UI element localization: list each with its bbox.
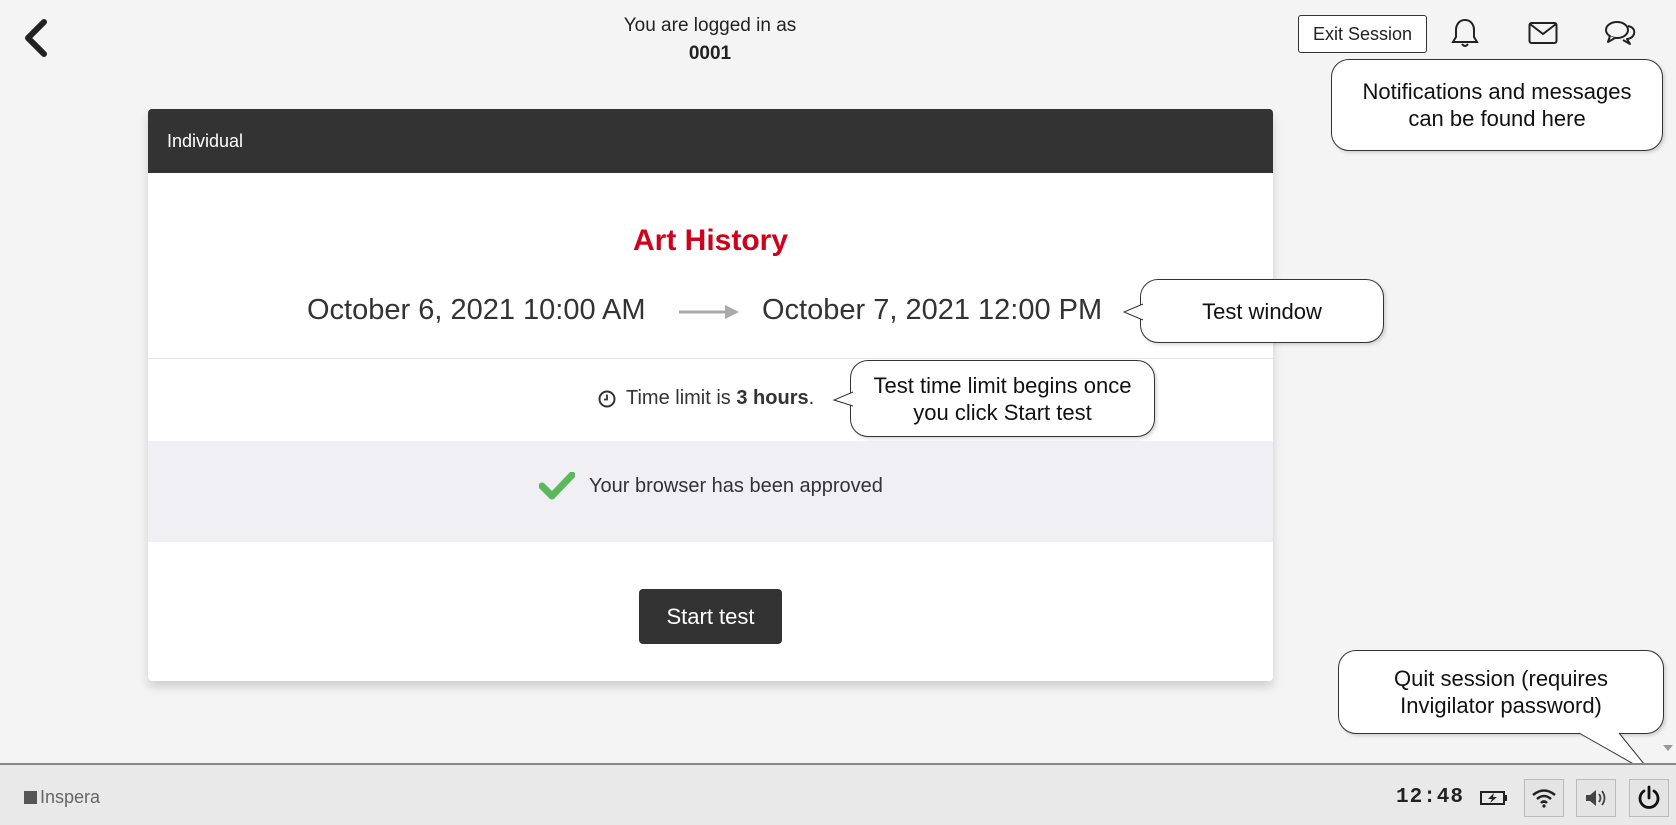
- power-icon: [1638, 785, 1660, 809]
- notifications-button[interactable]: [1448, 16, 1482, 50]
- card-header-label: Individual: [167, 130, 244, 151]
- start-test-button[interactable]: Start test: [639, 589, 782, 644]
- login-info: You are logged in as 0001: [560, 12, 860, 68]
- time-limit: Time limit is 3 hours.: [598, 387, 814, 410]
- time-limit-callout-text: Test time limit begins once you click St…: [873, 372, 1132, 425]
- callout-tail: [832, 391, 854, 407]
- test-window-callout: Test window: [1122, 279, 1384, 343]
- checkmark-icon: [539, 472, 575, 500]
- bell-icon: [1451, 18, 1479, 47]
- test-window: October 6, 2021 10:00 AM October 7, 2021…: [148, 294, 1273, 338]
- battery-charging-icon: [1480, 791, 1507, 805]
- system-clock: 12:48: [1396, 786, 1465, 809]
- taskbar: Inspera 12:48: [0, 763, 1676, 825]
- notifications-callout: Notifications and messages can be found …: [1331, 59, 1663, 151]
- arrow-right-icon: [679, 305, 739, 319]
- page: You are logged in as 0001 Exit Session I…: [0, 0, 1676, 825]
- browser-status-panel: Your browser has been approved: [148, 441, 1273, 542]
- browser-status: Your browser has been approved: [539, 472, 883, 500]
- scroll-down-arrow[interactable]: [1663, 745, 1673, 751]
- user-id: 0001: [688, 43, 732, 64]
- power-button[interactable]: [1629, 779, 1669, 817]
- chevron-left-icon: [25, 19, 47, 57]
- clock-icon: [598, 390, 616, 407]
- inspera-logo-icon: [24, 791, 37, 804]
- time-limit-suffix: .: [808, 387, 815, 409]
- test-window-callout-text: Test window: [1202, 298, 1322, 324]
- wifi-icon: [1532, 789, 1556, 808]
- logged-in-label: You are logged in as: [623, 15, 797, 36]
- time-limit-callout: Test time limit begins once you click St…: [832, 360, 1155, 437]
- start-date: October 6, 2021 10:00 AM: [307, 294, 646, 326]
- brand-label: Inspera: [40, 787, 101, 807]
- wifi-button[interactable]: [1524, 779, 1564, 817]
- battery-indicator[interactable]: [1474, 779, 1514, 817]
- chat-bubbles-icon: [1605, 21, 1636, 45]
- messages-button[interactable]: [1526, 16, 1560, 50]
- volume-button[interactable]: [1576, 779, 1616, 817]
- exit-session-button[interactable]: Exit Session: [1298, 15, 1427, 53]
- speaker-icon: [1586, 790, 1606, 806]
- inspera-brand: Inspera: [24, 787, 100, 808]
- envelope-icon: [1528, 22, 1558, 44]
- back-button[interactable]: [20, 18, 50, 58]
- time-limit-prefix: Time limit is: [626, 387, 731, 409]
- card-header: Individual: [148, 109, 1273, 173]
- divider: [148, 358, 1273, 359]
- notifications-callout-text: Notifications and messages can be found …: [1362, 79, 1632, 131]
- chat-button[interactable]: [1603, 16, 1637, 50]
- quit-callout: Quit session (requires Invigilator passw…: [1338, 650, 1664, 776]
- time-limit-value: 3 hours: [736, 387, 809, 409]
- callout-tail: [1122, 303, 1144, 321]
- end-date: October 7, 2021 12:00 PM: [762, 294, 1103, 326]
- browser-status-text: Your browser has been approved: [589, 474, 883, 497]
- quit-callout-text: Quit session (requires Invigilator passw…: [1394, 666, 1608, 718]
- test-title: Art History: [632, 224, 789, 257]
